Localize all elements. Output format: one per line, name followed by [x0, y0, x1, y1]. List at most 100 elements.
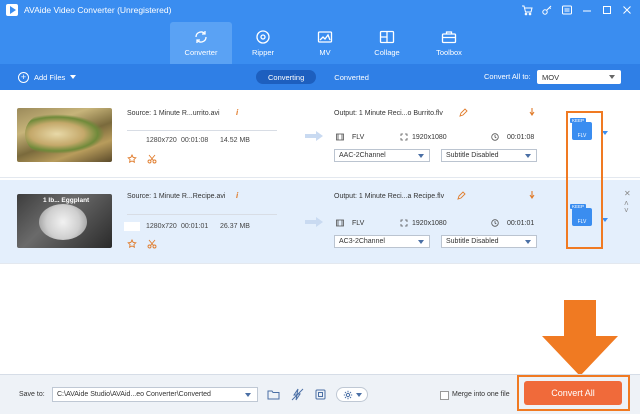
resize-icon — [400, 133, 408, 141]
convert-all-format-select[interactable]: MOV — [537, 70, 621, 84]
convert-arrow-icon — [304, 216, 324, 228]
tab-toolbox[interactable]: Toolbox — [418, 22, 480, 64]
output-duration: 00:01:01 — [507, 219, 535, 227]
output-resolution: 1920x1080 — [412, 219, 447, 227]
merge-checkbox[interactable] — [440, 391, 449, 400]
chevron-down-icon — [525, 154, 531, 158]
audio-track-select[interactable]: AAC-2Channel — [334, 149, 430, 162]
cart-icon[interactable] — [520, 3, 534, 17]
audio-track-select[interactable]: AC3-2Channel — [334, 235, 430, 248]
chevron-down-icon — [609, 75, 615, 79]
toolbox-icon — [441, 31, 457, 44]
clock-icon — [491, 133, 499, 141]
film-icon — [336, 219, 344, 227]
info-icon[interactable]: i — [236, 108, 238, 117]
settings-dropdown[interactable] — [336, 387, 368, 402]
collage-icon — [379, 30, 395, 44]
tab-mv[interactable]: MV — [294, 22, 356, 64]
app-title: AVAide Video Converter (Unregistered) — [24, 5, 172, 15]
video-thumbnail[interactable] — [17, 108, 112, 162]
move-down-icon[interactable]: ˅ — [624, 207, 629, 215]
convert-arrow-icon — [304, 130, 324, 142]
top-header: AVAide Video Converter (Unregistered) Co… — [0, 0, 640, 64]
maximize-icon[interactable] — [600, 3, 614, 17]
source-filename: Source: 1 Minute R...Recipe.avi — [127, 193, 226, 200]
source-resolution: 1280x720 — [146, 137, 177, 144]
gear-icon — [343, 390, 352, 399]
output-filename: Output: 1 Minute Reci...o Burrito.flv — [334, 110, 443, 117]
window-controls — [520, 3, 634, 17]
converter-toolbar: + Add Files Converting Converted Convert… — [0, 64, 640, 90]
tab-collage[interactable]: Collage — [356, 22, 418, 64]
source-size: 14.52 MB — [220, 137, 250, 144]
add-files-button[interactable]: + Add Files — [18, 71, 77, 83]
ripper-icon — [256, 30, 270, 44]
save-path-value: C:\AVAide Studio\AVAid...eo Converter\Co… — [57, 391, 211, 398]
edit-icon[interactable] — [458, 108, 468, 118]
chevron-down-icon — [525, 240, 531, 244]
chevron-down-icon — [418, 154, 424, 158]
divider — [127, 214, 277, 215]
output-resolution-info: 1920x1080 — [400, 219, 447, 227]
mv-icon — [317, 31, 333, 43]
tab-converter[interactable]: Converter — [170, 22, 232, 64]
scissors-icon[interactable] — [147, 239, 157, 249]
convert-all-to-label: Convert All to: — [484, 72, 531, 81]
chevron-down-icon — [418, 240, 424, 244]
menu-icon[interactable] — [560, 3, 574, 17]
tab-ripper[interactable]: Ripper — [232, 22, 294, 64]
output-duration-info: 00:01:01 — [491, 219, 534, 227]
edit-icon[interactable] — [456, 191, 466, 201]
source-duration: 00:01:08 — [181, 137, 209, 144]
merge-label: Merge into one file — [452, 391, 510, 398]
big-down-arrow-icon — [542, 300, 618, 376]
output-resolution: 1920x1080 — [412, 133, 447, 141]
subtitle-value: Subtitle Disabled — [446, 152, 499, 159]
source-badge — [124, 222, 140, 231]
thumbnail-caption: 1 Ib... Eggplant — [43, 197, 90, 204]
resize-icon — [400, 219, 408, 227]
convert-all-button[interactable]: Convert All — [524, 381, 622, 405]
status-subtabs: Converting Converted — [256, 70, 381, 84]
add-files-label: Add Files — [34, 72, 66, 82]
source-resolution: 1280x720 — [146, 223, 177, 230]
tab-toolbox-label: Toolbox — [436, 48, 462, 57]
save-path-select[interactable]: C:\AVAide Studio\AVAid...eo Converter\Co… — [52, 387, 258, 402]
key-icon[interactable] — [540, 3, 554, 17]
minimize-icon[interactable] — [580, 3, 594, 17]
open-folder-icon[interactable] — [265, 387, 281, 402]
subtitle-select[interactable]: Subtitle Disabled — [441, 235, 537, 248]
tab-ripper-label: Ripper — [251, 48, 275, 57]
chevron-down-icon — [355, 392, 362, 397]
info-icon[interactable]: i — [236, 191, 238, 200]
chevron-down-icon[interactable] — [70, 75, 77, 79]
subtitle-select[interactable]: Subtitle Disabled — [441, 149, 537, 162]
remove-file-icon[interactable]: ✕ — [624, 190, 631, 198]
file-row: Source: 1 Minute R...urrito.avi i 1280x7… — [0, 94, 640, 178]
hardware-accel-off-icon[interactable] — [289, 387, 305, 402]
output-info-icon[interactable] — [527, 190, 537, 200]
subtab-converting[interactable]: Converting — [256, 70, 317, 84]
output-duration: 00:01:08 — [507, 133, 535, 141]
video-thumbnail[interactable]: 1 Ib... Eggplant — [17, 194, 112, 248]
output-format: FLV — [352, 219, 365, 227]
source-size: 26.37 MB — [220, 223, 250, 230]
convert-all-format-value: MOV — [542, 72, 560, 82]
plus-icon: + — [18, 71, 29, 83]
output-format: FLV — [352, 133, 365, 141]
star-effect-icon[interactable] — [127, 239, 137, 249]
subtab-converted[interactable]: Converted — [322, 70, 381, 84]
output-info-icon[interactable] — [527, 107, 537, 117]
close-icon[interactable] — [620, 3, 634, 17]
converter-icon — [195, 31, 207, 43]
audio-track-value: AC3-2Channel — [339, 238, 385, 245]
output-format-info: FLV — [336, 219, 364, 227]
subtitle-value: Subtitle Disabled — [446, 238, 499, 245]
scissors-icon[interactable] — [147, 154, 157, 164]
star-effect-icon[interactable] — [127, 154, 137, 164]
format-chips-highlight — [566, 111, 603, 249]
gpu-accel-icon[interactable] — [312, 387, 328, 402]
app-logo-icon — [6, 4, 18, 16]
output-filename: Output: 1 Minute Reci...a Recipe.flv — [334, 193, 445, 200]
film-icon — [336, 133, 344, 141]
